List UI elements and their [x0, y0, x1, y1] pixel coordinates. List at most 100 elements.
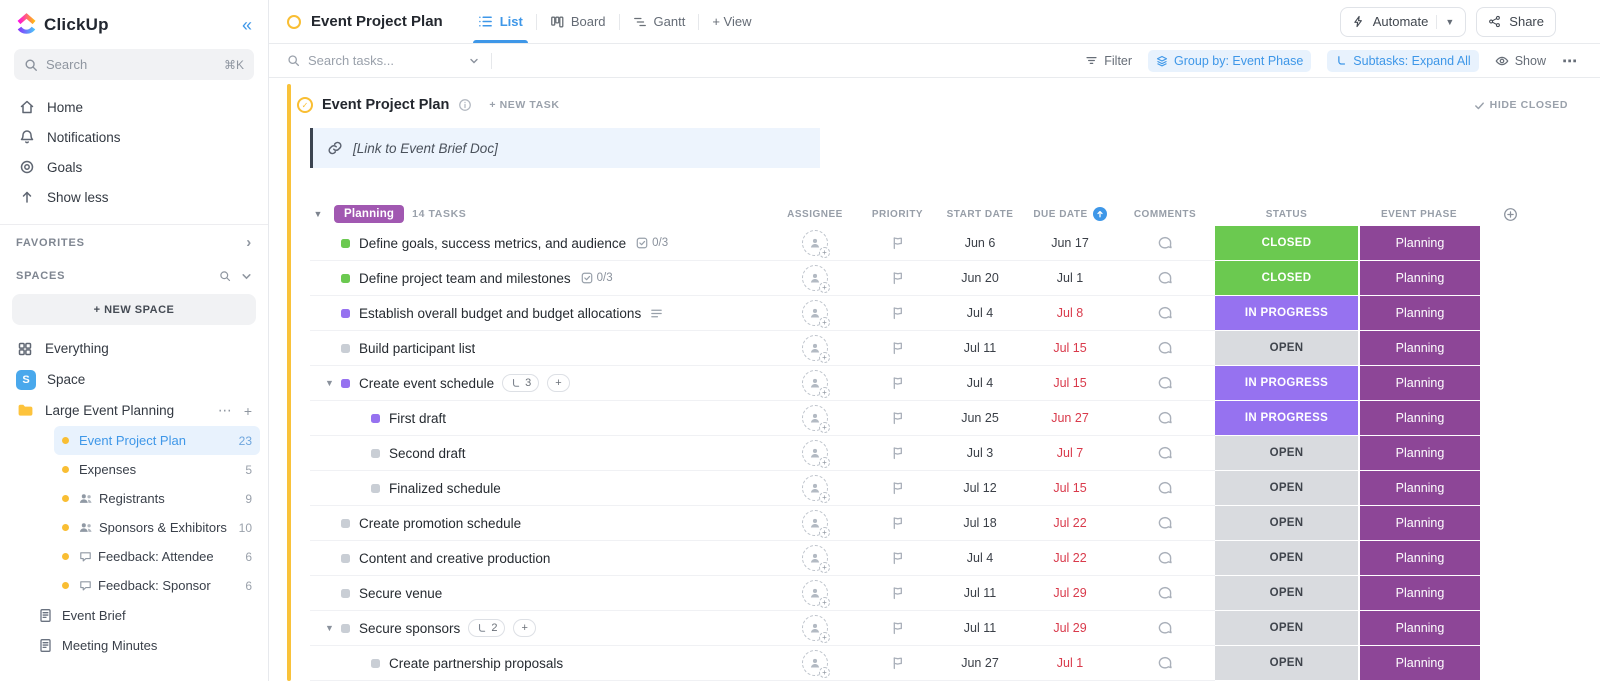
- show-button[interactable]: Show: [1495, 54, 1546, 68]
- task-status-bullet[interactable]: [371, 659, 380, 668]
- priority-cell[interactable]: [860, 401, 935, 436]
- link-banner[interactable]: [Link to Event Brief Doc]: [310, 128, 820, 168]
- priority-flag-icon[interactable]: [891, 306, 905, 320]
- spaces-header[interactable]: SPACES: [0, 260, 268, 292]
- add-subtask-button[interactable]: +: [547, 374, 569, 392]
- task-search-input[interactable]: [308, 53, 461, 68]
- assignee-add-icon[interactable]: +: [802, 335, 828, 361]
- event-phase-cell[interactable]: Planning: [1360, 296, 1480, 331]
- event-phase-cell[interactable]: Planning: [1360, 366, 1480, 401]
- task-name-cell[interactable]: ▼ Secure sponsors 2+: [310, 611, 770, 646]
- column-header-priority[interactable]: PRIORITY: [860, 209, 935, 220]
- expand-toggle-icon[interactable]: ▼: [322, 623, 337, 633]
- priority-flag-icon[interactable]: [891, 446, 905, 460]
- add-column-button[interactable]: [1480, 207, 1540, 222]
- new-space-button[interactable]: + NEW SPACE: [12, 294, 256, 325]
- column-header-status[interactable]: STATUS: [1215, 209, 1358, 220]
- task-status-bullet[interactable]: [341, 624, 350, 633]
- priority-cell[interactable]: [860, 331, 935, 366]
- task-name[interactable]: Define project team and milestones: [359, 271, 571, 286]
- column-header-assignee[interactable]: ASSIGNEE: [770, 209, 860, 220]
- status-cell[interactable]: CLOSED: [1215, 261, 1358, 296]
- status-cell[interactable]: OPEN: [1215, 611, 1358, 646]
- event-phase-cell[interactable]: Planning: [1360, 471, 1480, 506]
- task-row[interactable]: ▼ Finalized schedule + Jul 12 Jul 15 OPE…: [310, 471, 1600, 506]
- task-name-cell[interactable]: ▼ First draft: [310, 401, 770, 436]
- sidebar-collapse-button[interactable]: «: [242, 16, 252, 34]
- status-cell[interactable]: IN PROGRESS: [1215, 296, 1358, 331]
- priority-flag-icon[interactable]: [891, 551, 905, 565]
- task-row[interactable]: ▼ First draft + Jun 25 Jun 27 IN PROGRES…: [310, 401, 1600, 436]
- checklist-badge[interactable]: 0/3: [581, 272, 613, 284]
- status-cell[interactable]: OPEN: [1215, 471, 1358, 506]
- status-cell[interactable]: OPEN: [1215, 436, 1358, 471]
- chevron-down-icon[interactable]: [469, 56, 479, 66]
- due-date-cell[interactable]: Jun 27: [1025, 401, 1115, 436]
- priority-flag-icon[interactable]: [891, 376, 905, 390]
- chevron-down-icon[interactable]: [241, 271, 252, 282]
- column-header-event-phase[interactable]: EVENT PHASE: [1358, 209, 1480, 220]
- due-date-cell[interactable]: Jul 15: [1025, 331, 1115, 366]
- task-status-bullet[interactable]: [341, 274, 350, 283]
- automate-button[interactable]: Automate ▼: [1340, 7, 1467, 37]
- task-row[interactable]: ▼ Define project team and milestones 0/3…: [310, 261, 1600, 296]
- priority-cell[interactable]: [860, 611, 935, 646]
- comment-icon[interactable]: [1157, 620, 1173, 636]
- task-status-bullet[interactable]: [341, 309, 350, 318]
- assignee-add-icon[interactable]: +: [802, 405, 828, 431]
- hide-closed-toggle[interactable]: HIDE CLOSED: [1474, 99, 1568, 111]
- task-name-cell[interactable]: ▼ Define goals, success metrics, and aud…: [310, 226, 770, 261]
- comments-cell[interactable]: [1115, 576, 1215, 611]
- comments-cell[interactable]: [1115, 541, 1215, 576]
- task-row[interactable]: ▼ Secure sponsors 2+ + Jul 11 Jul 29 OPE…: [310, 611, 1600, 646]
- subtask-count-badge[interactable]: 3: [502, 374, 539, 392]
- assignee-cell[interactable]: +: [770, 471, 860, 506]
- comment-icon[interactable]: [1157, 305, 1173, 321]
- task-name[interactable]: Content and creative production: [359, 551, 550, 566]
- task-name[interactable]: Create event schedule: [359, 376, 494, 391]
- due-date-cell[interactable]: Jul 15: [1025, 471, 1115, 506]
- assignee-add-icon[interactable]: +: [802, 545, 828, 571]
- task-row[interactable]: ▼ Create promotion schedule + Jul 18 Jul…: [310, 506, 1600, 541]
- start-date-cell[interactable]: Jul 4: [935, 296, 1025, 331]
- task-name-cell[interactable]: ▼ Create partnership proposals: [310, 646, 770, 681]
- comment-icon[interactable]: [1157, 550, 1173, 566]
- task-name[interactable]: Finalized schedule: [389, 481, 501, 496]
- start-date-cell[interactable]: Jul 12: [935, 471, 1025, 506]
- comment-icon[interactable]: [1157, 340, 1173, 356]
- task-status-bullet[interactable]: [341, 589, 350, 598]
- task-status-bullet[interactable]: [341, 344, 350, 353]
- tab-board[interactable]: Board: [537, 0, 619, 43]
- assignee-add-icon[interactable]: +: [802, 300, 828, 326]
- assignee-add-icon[interactable]: +: [802, 615, 828, 641]
- task-name[interactable]: Create partnership proposals: [389, 656, 563, 671]
- assignee-cell[interactable]: +: [770, 331, 860, 366]
- assignee-cell[interactable]: +: [770, 646, 860, 681]
- status-cell[interactable]: OPEN: [1215, 646, 1358, 681]
- task-name-cell[interactable]: ▼ Define project team and milestones 0/3: [310, 261, 770, 296]
- task-name-cell[interactable]: ▼ Finalized schedule: [310, 471, 770, 506]
- description-icon[interactable]: [650, 307, 663, 320]
- assignee-cell[interactable]: +: [770, 506, 860, 541]
- assignee-cell[interactable]: +: [770, 366, 860, 401]
- sidebar-list-event-project-plan[interactable]: Event Project Plan 23: [54, 426, 260, 455]
- favorites-header[interactable]: FAVORITES ›: [0, 224, 268, 260]
- comment-icon[interactable]: [1157, 375, 1173, 391]
- status-cell[interactable]: CLOSED: [1215, 226, 1358, 261]
- task-name[interactable]: Second draft: [389, 446, 466, 461]
- assignee-cell[interactable]: +: [770, 296, 860, 331]
- start-date-cell[interactable]: Jul 11: [935, 576, 1025, 611]
- event-phase-cell[interactable]: Planning: [1360, 436, 1480, 471]
- start-date-cell[interactable]: Jun 20: [935, 261, 1025, 296]
- sidebar-doc-event-brief[interactable]: Event Brief: [0, 600, 268, 630]
- assignee-cell[interactable]: +: [770, 261, 860, 296]
- priority-cell[interactable]: [860, 506, 935, 541]
- task-name[interactable]: Create promotion schedule: [359, 516, 521, 531]
- filter-button[interactable]: Filter: [1085, 54, 1132, 68]
- sidebar-search-input[interactable]: [46, 57, 216, 72]
- info-icon[interactable]: [458, 98, 472, 112]
- comments-cell[interactable]: [1115, 261, 1215, 296]
- expand-toggle-icon[interactable]: ▼: [322, 378, 337, 388]
- start-date-cell[interactable]: Jul 4: [935, 366, 1025, 401]
- task-name[interactable]: Secure venue: [359, 586, 442, 601]
